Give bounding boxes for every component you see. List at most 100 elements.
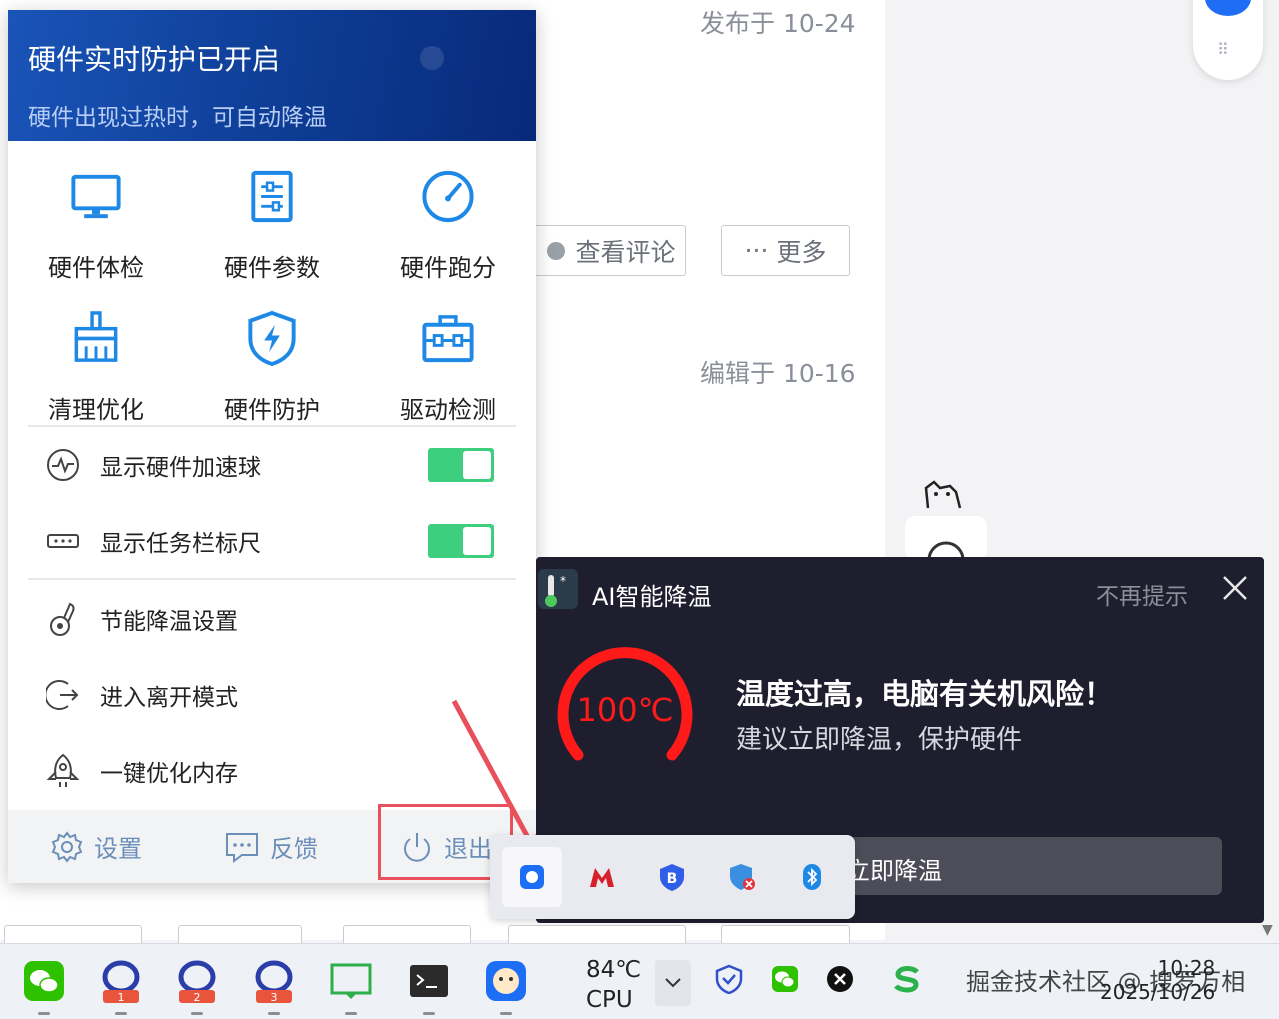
speedometer-icon xyxy=(422,170,474,223)
notification-subtitle: 建议立即降温，保护硬件 xyxy=(736,725,1023,755)
gear-icon xyxy=(51,830,83,863)
app-ring-icon: 1 xyxy=(102,960,140,1004)
view-comments-button[interactable]: 查看评论 xyxy=(536,225,686,276)
tray-security-shield[interactable] xyxy=(712,962,746,996)
parameters-icon xyxy=(251,170,293,223)
divider xyxy=(28,425,516,427)
chat-window-icon xyxy=(330,963,372,999)
more-label: 更多 xyxy=(776,237,827,267)
taskbar-chat-app[interactable] xyxy=(327,957,375,1015)
toggle-label: 显示硬件加速球 xyxy=(100,455,261,481)
feedback-label: 反馈 xyxy=(270,835,318,863)
comment-icon xyxy=(547,241,566,260)
toggle-knob xyxy=(463,527,491,555)
grid-item-benchmark[interactable]: 硬件跑分 xyxy=(360,141,536,283)
pulse-icon xyxy=(44,446,82,484)
grid-item-hardware-params[interactable]: 硬件参数 xyxy=(184,141,360,283)
running-indicator xyxy=(115,1012,127,1015)
toggle-row-acceleration-ball: 显示硬件加速球 xyxy=(44,440,504,490)
scroll-down-arrow-icon[interactable]: ▼ xyxy=(1262,922,1273,938)
menu-item-optimize-memory[interactable]: 一键优化内存 xyxy=(44,746,504,796)
show-hidden-icons-button[interactable] xyxy=(655,960,691,1006)
menu-item-label: 一键优化内存 xyxy=(100,761,238,787)
notification-app-name: AI智能降温 xyxy=(592,583,712,611)
cpu-temperature-widget[interactable]: 84℃ CPU xyxy=(586,955,641,1015)
acceleration-ball-toggle[interactable] xyxy=(428,448,494,482)
grid-item-cleanup[interactable]: 清理优化 xyxy=(8,283,184,425)
taskbar-terminal[interactable] xyxy=(405,957,453,1015)
help-card[interactable] xyxy=(905,516,987,560)
divider xyxy=(28,578,516,580)
tray-item-bluetooth[interactable] xyxy=(782,847,842,907)
mascot-icon xyxy=(924,480,962,509)
exit-arrow-icon xyxy=(44,676,82,714)
shield-check-icon xyxy=(715,964,743,994)
m-logo-icon xyxy=(590,868,614,887)
assistant-icon xyxy=(1205,0,1251,16)
panel-header: 硬件实时防护已开启 硬件出现过热时，可自动降温 xyxy=(8,10,536,141)
running-indicator xyxy=(268,1012,280,1015)
tray-item-hardware-app[interactable] xyxy=(502,847,562,907)
taskbar-app-2[interactable]: 2 xyxy=(173,957,221,1015)
grid-item-protection[interactable]: 硬件防护 xyxy=(184,283,360,425)
ruler-icon xyxy=(44,522,82,560)
menu-item-energy-cooling[interactable]: 节能降温设置 xyxy=(44,594,504,644)
running-indicator xyxy=(345,1012,357,1015)
system-clock[interactable]: 10:28 2025/10/26 xyxy=(1100,956,1215,1004)
close-icon[interactable] xyxy=(1220,573,1250,603)
running-indicator xyxy=(423,1012,435,1015)
x-circle-icon xyxy=(827,966,853,992)
shield-b-icon: B xyxy=(660,864,684,891)
grid-item-label: 清理优化 xyxy=(48,396,144,424)
notification-title: 温度过高，电脑有关机风险！ xyxy=(736,677,1114,711)
taskbar-app-1[interactable]: 1 xyxy=(97,957,145,1015)
clock-date: 2025/10/26 xyxy=(1100,980,1216,1004)
dont-show-again-button[interactable]: 不再提示 xyxy=(1096,577,1188,611)
running-indicator xyxy=(38,1012,50,1015)
wechat-icon xyxy=(24,961,64,1001)
grid-item-label: 硬件体检 xyxy=(48,254,144,282)
drag-grip-icon[interactable]: ⠿ xyxy=(1217,40,1229,59)
app-ring-icon: 3 xyxy=(255,960,293,1004)
menu-item-away-mode[interactable]: 进入离开模式 xyxy=(44,670,504,720)
chevron-down-icon xyxy=(665,978,681,988)
thermometer-app-icon: * xyxy=(538,569,578,609)
temperature-value: 100℃ xyxy=(576,691,673,729)
clock-time: 10:28 xyxy=(1157,956,1216,980)
toggle-row-taskbar-ruler: 显示任务栏标尺 xyxy=(44,516,504,566)
tray-sogou-input[interactable] xyxy=(890,962,924,996)
more-dots-icon: ··· xyxy=(744,236,769,265)
taskbar-avatar-app[interactable] xyxy=(482,957,530,1015)
running-indicator xyxy=(500,1012,512,1015)
grid-item-label: 硬件防护 xyxy=(224,396,320,424)
defender-warning-icon xyxy=(730,864,755,890)
view-comments-label: 查看评论 xyxy=(575,237,676,267)
sogou-s-icon xyxy=(894,966,919,993)
bluetooth-icon xyxy=(803,864,821,890)
panel-subtitle: 硬件出现过热时，可自动降温 xyxy=(28,105,327,131)
taskbar-app-3[interactable]: 3 xyxy=(250,957,298,1015)
cpu-label: CPU xyxy=(586,987,633,1013)
floating-assistant-pill[interactable]: ⠿ xyxy=(1193,0,1263,80)
header-decoration xyxy=(420,46,444,70)
svg-text:*: * xyxy=(560,574,566,588)
tray-wechat[interactable] xyxy=(768,962,802,996)
taskbar-wechat[interactable] xyxy=(20,957,68,1015)
more-button[interactable]: ··· 更多 xyxy=(721,225,850,276)
cpu-temperature-value: 84℃ xyxy=(586,957,642,983)
tray-close-app[interactable] xyxy=(823,962,857,996)
grid-item-hardware-check[interactable]: 硬件体检 xyxy=(8,141,184,283)
feedback-button[interactable]: 反馈 xyxy=(224,810,318,883)
taskbar-ruler-toggle[interactable] xyxy=(428,524,494,558)
tray-item-defender[interactable] xyxy=(712,847,772,907)
svg-text:1: 1 xyxy=(118,991,125,1004)
grid-item-driver-check[interactable]: 驱动检测 xyxy=(360,283,536,425)
running-indicator xyxy=(191,1012,203,1015)
edited-date: 编辑于 10-16 xyxy=(700,359,856,388)
published-date: 发布于 10-24 xyxy=(700,9,856,38)
settings-button[interactable]: 设置 xyxy=(50,810,142,883)
tray-item-security-b[interactable]: B xyxy=(642,847,702,907)
tray-item-m[interactable] xyxy=(572,847,632,907)
monitor-icon xyxy=(71,174,121,219)
chat-bubble-icon xyxy=(226,832,258,863)
